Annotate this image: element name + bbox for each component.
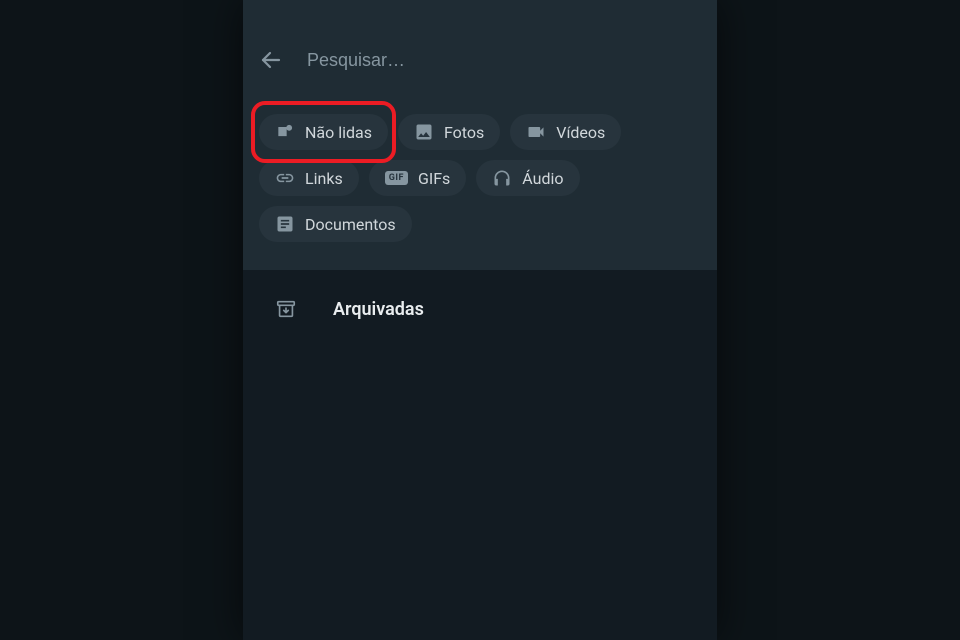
app-screen: Não lidas Fotos Vídeos Lin [243,0,717,640]
chip-audio[interactable]: Áudio [476,160,579,196]
search-input[interactable] [307,50,701,71]
chip-links[interactable]: Links [259,160,359,196]
chip-unread[interactable]: Não lidas [259,114,388,150]
chip-label: GIFs [418,169,450,188]
video-icon [526,122,546,142]
archive-icon [275,298,297,320]
search-bar [259,0,701,72]
chip-label: Áudio [522,169,563,188]
chip-label: Vídeos [556,123,605,142]
chip-videos[interactable]: Vídeos [510,114,621,150]
back-button[interactable] [259,48,283,72]
chip-label: Documentos [305,215,396,234]
search-header: Não lidas Fotos Vídeos Lin [243,0,717,270]
filter-chips: Não lidas Fotos Vídeos Lin [259,114,701,242]
chip-label: Fotos [444,123,484,142]
document-icon [275,214,295,234]
headphones-icon [492,168,512,188]
chip-documents[interactable]: Documentos [259,206,412,242]
results-area: Arquivadas [243,270,717,348]
arrow-left-icon [259,48,283,72]
archived-row[interactable]: Arquivadas [267,288,693,330]
chip-photos[interactable]: Fotos [398,114,500,150]
link-icon [275,168,295,188]
photo-icon [414,122,434,142]
archived-label: Arquivadas [333,299,424,320]
chip-label: Links [305,169,343,188]
unread-icon [275,122,295,142]
chip-gifs[interactable]: GIF GIFs [369,160,467,196]
gif-icon: GIF [385,171,408,185]
chip-label: Não lidas [305,123,372,142]
